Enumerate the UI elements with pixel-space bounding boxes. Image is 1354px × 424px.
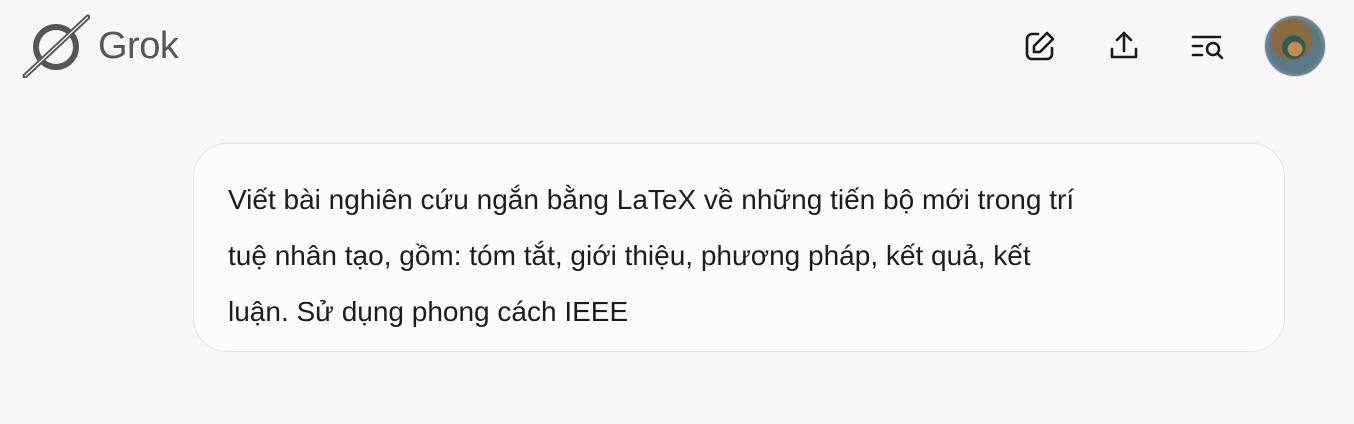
user-message-text: Viết bài nghiên cứu ngắn bằng LaTeX về n… [228,184,1075,327]
user-message-bubble: Viết bài nghiên cứu ngắn bằng LaTeX về n… [193,143,1285,352]
header-actions [1022,14,1326,78]
grok-logo[interactable]: Grok [22,14,179,78]
search-history-button[interactable] [1190,28,1226,64]
share-button[interactable] [1106,28,1142,64]
user-avatar[interactable] [1264,15,1326,77]
share-icon [1110,31,1138,59]
search-history-icon [1191,35,1224,60]
new-chat-button[interactable] [1022,28,1058,64]
chat-page: Grok Viết bài nghiên cứu ngắn bằng LaTeX… [0,0,1354,424]
grok-logo-icon [22,14,90,78]
brand-name: Grok [98,24,179,67]
edit-icon [1025,31,1055,61]
